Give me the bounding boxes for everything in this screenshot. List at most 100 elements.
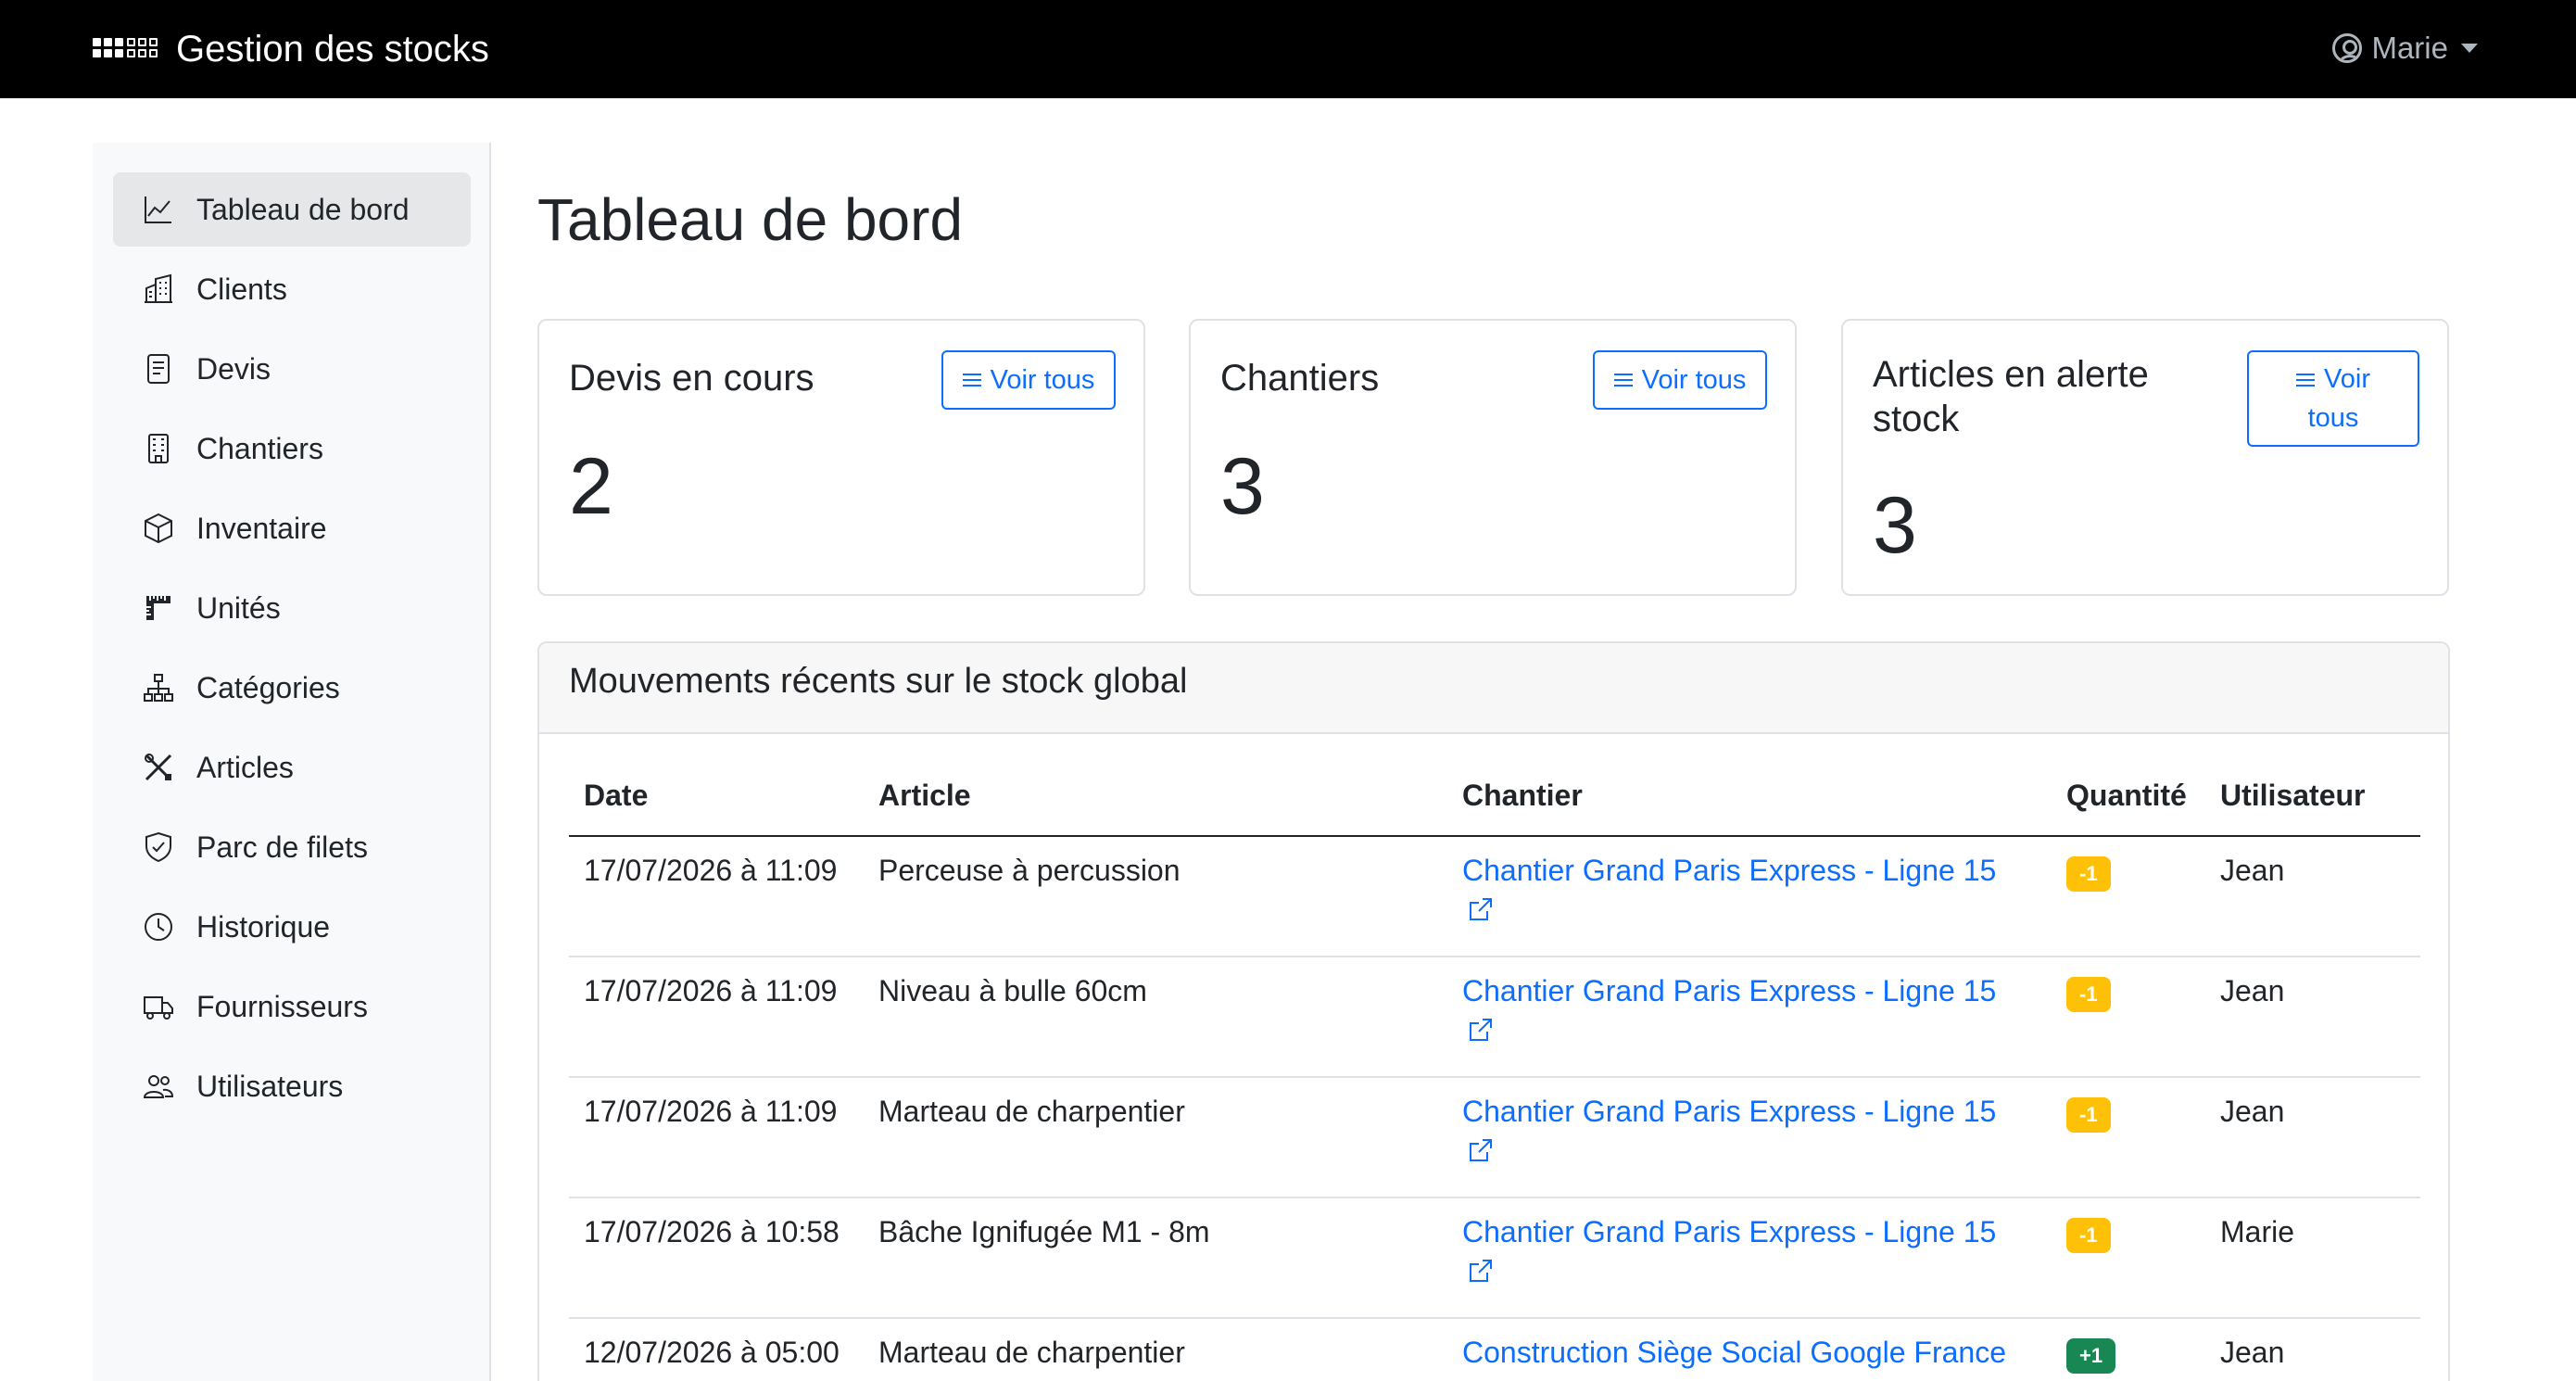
cell-user: Jean	[2205, 1318, 2420, 1381]
cell-quantity: -1	[2052, 1197, 2205, 1319]
list-icon	[1613, 373, 1633, 387]
cell-chantier: Chantier Grand Paris Express - Ligne 15	[1447, 1077, 2052, 1198]
cell-date: 17/07/2026 à 11:09	[569, 836, 864, 957]
cell-quantity: -1	[2052, 1077, 2205, 1198]
sidebar-item-fournisseurs[interactable]: Fournisseurs	[113, 969, 471, 1044]
brand-title: Gestion des stocks	[176, 28, 489, 70]
col-header-article: Article	[864, 779, 1447, 837]
col-header-chantier: Chantier	[1447, 779, 2052, 837]
sidebar-item-utilisateurs[interactable]: Utilisateurs	[113, 1049, 471, 1123]
external-link-icon[interactable]	[1468, 896, 1494, 922]
ruler-icon	[146, 596, 170, 620]
recent-movements-panel: Mouvements récents sur le stock global D…	[537, 641, 2450, 1381]
button-label: Voir tous	[990, 365, 1095, 395]
diagram-icon	[144, 674, 173, 702]
chantier-link[interactable]: Chantier Grand Paris Express - Ligne 15	[1462, 1215, 1996, 1248]
cell-quantity: +1	[2052, 1318, 2205, 1381]
sidebar-item-label: Unités	[196, 590, 281, 625]
card-title: Devis en cours	[569, 358, 814, 399]
voir-tous-button[interactable]: Voir tous	[941, 350, 1116, 410]
cell-date: 12/07/2026 à 05:00	[569, 1318, 864, 1381]
top-navbar: Gestion des stocks Marie	[0, 0, 2576, 98]
panel-header: Mouvements récents sur le stock global	[539, 643, 2448, 734]
col-header-date: Date	[569, 779, 864, 837]
cell-chantier: Chantier Grand Paris Express - Ligne 15	[1447, 1197, 2052, 1319]
sidebar: Tableau de bord Clients Devis Chantiers …	[93, 143, 491, 1381]
quantity-badge: +1	[2066, 1338, 2116, 1374]
cell-date: 17/07/2026 à 11:09	[569, 1077, 864, 1198]
cell-chantier: Construction Siège Social Google France	[1447, 1318, 2052, 1381]
sidebar-item-label: Catégories	[196, 670, 340, 704]
external-link-icon[interactable]	[1468, 1137, 1494, 1163]
chantier-link[interactable]: Chantier Grand Paris Express - Ligne 15	[1462, 854, 1996, 887]
sidebar-item-articles[interactable]: Articles	[113, 730, 471, 805]
sidebar-item-label: Historique	[196, 909, 331, 944]
table-row: 12/07/2026 à 05:00 Marteau de charpentie…	[569, 1318, 2420, 1381]
sidebar-item-tableau-de-bord[interactable]: Tableau de bord	[113, 172, 471, 247]
voir-tous-button[interactable]: Voir tous	[2247, 350, 2419, 447]
cell-article: Bâche Ignifugée M1 - 8m	[864, 1197, 1447, 1319]
col-header-user: Utilisateur	[2205, 779, 2420, 837]
grid-logo-icon	[93, 38, 163, 60]
people-icon	[143, 1075, 174, 1098]
external-link-icon[interactable]	[1468, 1017, 1494, 1043]
sidebar-item-label: Clients	[196, 272, 287, 306]
panel-title: Mouvements récents sur le stock global	[569, 662, 1188, 701]
cell-user: Marie	[2205, 1197, 2420, 1319]
col-header-quantity: Quantité	[2052, 779, 2205, 837]
table-row: 17/07/2026 à 11:09 Perceuse à percussion…	[569, 836, 2420, 957]
quantity-badge: -1	[2066, 856, 2111, 892]
button-label-line2: tous	[2307, 403, 2359, 433]
card-value: 3	[1873, 481, 1917, 570]
shield-icon	[145, 831, 171, 863]
quantity-badge: -1	[2066, 977, 2111, 1012]
sidebar-item-unites[interactable]: Unités	[113, 571, 471, 645]
user-circle-icon	[2332, 33, 2363, 63]
external-link-icon[interactable]	[1468, 1258, 1494, 1284]
table-row: 17/07/2026 à 11:09 Marteau de charpentie…	[569, 1077, 2420, 1198]
box-icon	[145, 513, 172, 544]
cell-date: 17/07/2026 à 10:58	[569, 1197, 864, 1319]
sidebar-item-clients[interactable]: Clients	[113, 252, 471, 326]
card-title: Chantiers	[1220, 358, 1380, 399]
card-devis-en-cours: Devis en cours Voir tous 2	[537, 319, 1145, 596]
table-header-row: Date Article Chantier Quantité Utilisate…	[569, 779, 2420, 837]
page-title: Tableau de bord	[537, 186, 964, 253]
sidebar-item-label: Utilisateurs	[196, 1069, 344, 1103]
cell-article: Niveau à bulle 60cm	[864, 957, 1447, 1078]
document-icon	[147, 354, 170, 384]
button-label: Voir tous	[1641, 365, 1747, 395]
movements-table: Date Article Chantier Quantité Utilisate…	[569, 779, 2420, 1381]
voir-tous-button[interactable]: Voir tous	[1593, 350, 1767, 410]
building-grid-icon	[148, 434, 169, 463]
card-value: 2	[569, 442, 613, 531]
cell-article: Perceuse à percussion	[864, 836, 1447, 957]
chantier-link[interactable]: Chantier Grand Paris Express - Ligne 15	[1462, 974, 1996, 1007]
list-icon	[2296, 373, 2315, 387]
user-name: Marie	[2371, 31, 2448, 65]
cell-chantier: Chantier Grand Paris Express - Ligne 15	[1447, 957, 2052, 1078]
sidebar-item-devis[interactable]: Devis	[113, 332, 471, 406]
quantity-badge: -1	[2066, 1097, 2111, 1133]
user-menu-dropdown[interactable]: Marie	[2332, 28, 2478, 69]
clock-icon	[145, 913, 172, 941]
cell-user: Jean	[2205, 957, 2420, 1078]
sidebar-item-chantiers[interactable]: Chantiers	[113, 412, 471, 486]
chantier-link[interactable]: Chantier Grand Paris Express - Ligne 15	[1462, 1095, 1996, 1128]
sidebar-item-historique[interactable]: Historique	[113, 890, 471, 964]
sidebar-item-label: Inventaire	[196, 511, 327, 545]
cell-quantity: -1	[2052, 957, 2205, 1078]
table-row: 17/07/2026 à 11:09 Niveau à bulle 60cm C…	[569, 957, 2420, 1078]
card-title: Articles en alerte stock	[1873, 354, 2149, 439]
cell-chantier: Chantier Grand Paris Express - Ligne 15	[1447, 836, 2052, 957]
sidebar-item-label: Devis	[196, 351, 271, 386]
sidebar-item-categories[interactable]: Catégories	[113, 651, 471, 725]
sidebar-item-parc-de-filets[interactable]: Parc de filets	[113, 810, 471, 884]
cell-user: Jean	[2205, 1077, 2420, 1198]
chantier-link[interactable]: Construction Siège Social Google France	[1462, 1336, 2006, 1369]
sidebar-item-label: Articles	[196, 750, 294, 784]
sidebar-item-inventaire[interactable]: Inventaire	[113, 491, 471, 565]
cell-date: 17/07/2026 à 11:09	[569, 957, 864, 1078]
quantity-badge: -1	[2066, 1218, 2111, 1253]
brand-link[interactable]: Gestion des stocks	[93, 26, 489, 72]
